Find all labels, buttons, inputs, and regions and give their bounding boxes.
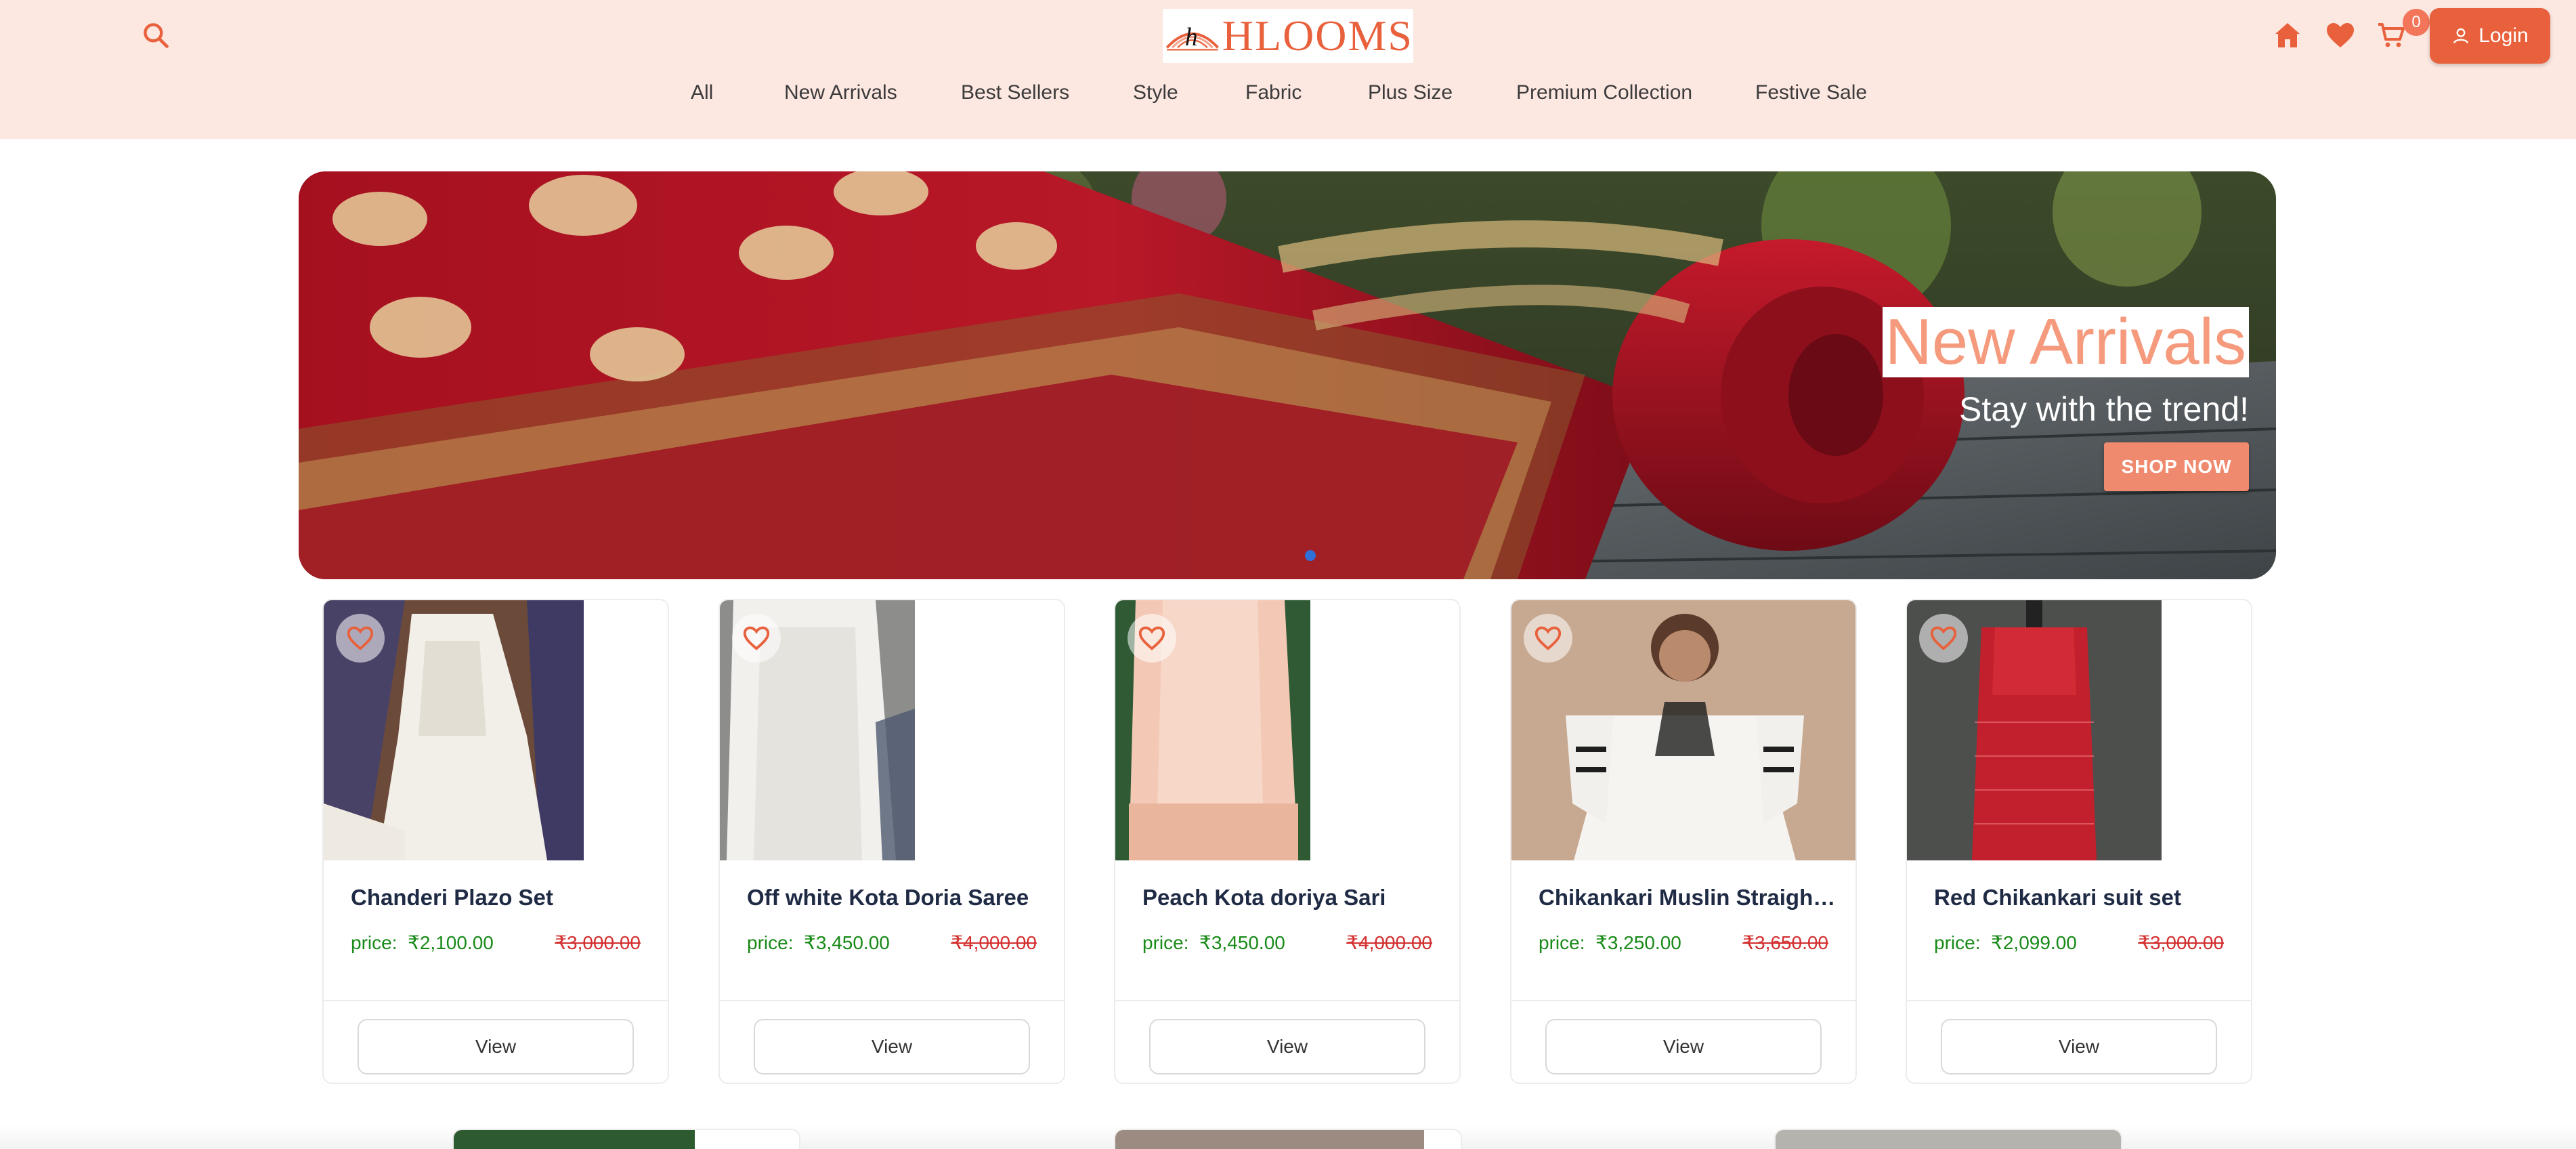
product-old-price: ₹4,000.00 xyxy=(951,932,1037,953)
product-card[interactable]: Chikankari Muslin Straight ... price: ₹3… xyxy=(1510,599,1857,1084)
product-price: price: ₹3,450.00 xyxy=(747,932,890,954)
nav-item-fabric[interactable]: Fabric xyxy=(1245,81,1302,104)
nav-item-all[interactable]: All xyxy=(691,81,713,104)
price-value: ₹3,450.00 xyxy=(804,932,890,953)
next-product-image xyxy=(1776,1130,2121,1149)
price-value: ₹2,100.00 xyxy=(408,932,494,953)
user-icon xyxy=(2453,28,2469,44)
product-price: price: ₹3,450.00 xyxy=(1142,932,1285,954)
carousel-dot-active[interactable] xyxy=(1305,550,1316,561)
product-price: price: ₹2,100.00 xyxy=(351,932,494,954)
heart-outline-icon xyxy=(1930,626,1957,650)
login-label: Login xyxy=(2478,24,2529,47)
card-divider xyxy=(1511,1000,1855,1001)
price-value: ₹2,099.00 xyxy=(1991,932,2077,953)
logo-mark-icon: h xyxy=(1165,23,1219,51)
wishlist-heart-icon[interactable] xyxy=(2324,19,2357,51)
heart-outline-icon xyxy=(1534,626,1562,650)
heart-outline-icon xyxy=(1138,626,1165,650)
view-button[interactable]: View xyxy=(1545,1019,1822,1074)
product-old-price: ₹3,650.00 xyxy=(1742,932,1828,953)
product-name[interactable]: Off white Kota Doria Saree xyxy=(747,885,1045,911)
price-value: ₹3,450.00 xyxy=(1199,932,1285,953)
product-name[interactable]: Chikankari Muslin Straight ... xyxy=(1539,885,1837,911)
nav-item-festive-sale[interactable]: Festive Sale xyxy=(1755,81,1867,104)
nav-item-style[interactable]: Style xyxy=(1133,81,1178,104)
product-name[interactable]: Chanderi Plazo Set xyxy=(351,885,649,911)
wishlist-button[interactable] xyxy=(1919,614,1968,663)
next-product-image xyxy=(454,1130,695,1149)
price-prefix: price: xyxy=(351,932,398,953)
home-icon[interactable] xyxy=(2271,19,2304,51)
banner-subtitle: Stay with the trend! xyxy=(1958,390,2249,428)
product-card[interactable]: Chanderi Plazo Set price: ₹2,100.00 ₹3,0… xyxy=(322,599,669,1084)
product-name[interactable]: Peach Kota doriya Sari xyxy=(1142,885,1440,911)
product-old-price: ₹3,000.00 xyxy=(555,932,641,953)
price-value: ₹3,250.00 xyxy=(1595,932,1681,953)
wishlist-button[interactable] xyxy=(1524,614,1572,663)
cart-count-badge: 0 xyxy=(2403,9,2430,36)
view-button[interactable]: View xyxy=(1941,1019,2217,1074)
card-divider xyxy=(1115,1000,1459,1001)
product-card[interactable]: Peach Kota doriya Sari price: ₹3,450.00 … xyxy=(1114,599,1461,1084)
card-divider xyxy=(324,1000,668,1001)
next-product-card[interactable] xyxy=(1774,1129,2122,1149)
shop-now-button[interactable]: SHOP NOW xyxy=(2104,442,2249,491)
product-card[interactable]: Off white Kota Doria Saree price: ₹3,450… xyxy=(718,599,1065,1084)
wishlist-button[interactable] xyxy=(336,614,385,663)
nav-item-best-sellers[interactable]: Best Sellers xyxy=(961,81,1069,104)
next-product-card[interactable] xyxy=(1114,1129,1462,1149)
product-old-price: ₹3,000.00 xyxy=(2138,932,2224,953)
brand-logo[interactable]: h HLOOMS xyxy=(1163,9,1413,63)
product-price: price: ₹2,099.00 xyxy=(1934,932,2077,954)
heart-outline-icon xyxy=(347,626,374,650)
view-button[interactable]: View xyxy=(358,1019,634,1074)
price-prefix: price: xyxy=(747,932,794,953)
view-button[interactable]: View xyxy=(1149,1019,1425,1074)
price-prefix: price: xyxy=(1142,932,1189,953)
card-divider xyxy=(720,1000,1064,1001)
price-prefix: price: xyxy=(1539,932,1585,953)
price-prefix: price: xyxy=(1934,932,1981,953)
next-product-image xyxy=(1115,1130,1424,1149)
view-button[interactable]: View xyxy=(754,1019,1030,1074)
search-icon[interactable] xyxy=(141,20,171,50)
nav-item-plus-size[interactable]: Plus Size xyxy=(1368,81,1453,104)
page: h HLOOMS 0 Login All New Arrivals Best S… xyxy=(0,0,2576,1149)
banner-title: New Arrivals xyxy=(1882,307,2249,377)
card-divider xyxy=(1907,1000,2251,1001)
site-header: h HLOOMS 0 Login All New Arrivals Best S… xyxy=(0,0,2576,139)
login-button[interactable]: Login xyxy=(2430,8,2550,64)
wishlist-button[interactable] xyxy=(1128,614,1176,663)
brand-name: HLOOMS xyxy=(1222,12,1413,60)
nav-item-new-arrivals[interactable]: New Arrivals xyxy=(784,81,897,104)
category-nav: All New Arrivals Best Sellers Style Fabr… xyxy=(0,81,2576,111)
hero-banner[interactable]: New Arrivals Stay with the trend! SHOP N… xyxy=(299,171,2276,579)
logo-mark-letter: h xyxy=(1185,23,1198,51)
product-name[interactable]: Red Chikankari suit set xyxy=(1934,885,2232,911)
nav-item-premium-collection[interactable]: Premium Collection xyxy=(1516,81,1692,104)
product-price: price: ₹3,250.00 xyxy=(1539,932,1681,954)
product-old-price: ₹4,000.00 xyxy=(1346,932,1432,953)
product-card[interactable]: Red Chikankari suit set price: ₹2,099.00… xyxy=(1906,599,2252,1084)
heart-outline-icon xyxy=(743,626,770,650)
next-product-card[interactable] xyxy=(452,1129,800,1149)
wishlist-button[interactable] xyxy=(732,614,781,663)
